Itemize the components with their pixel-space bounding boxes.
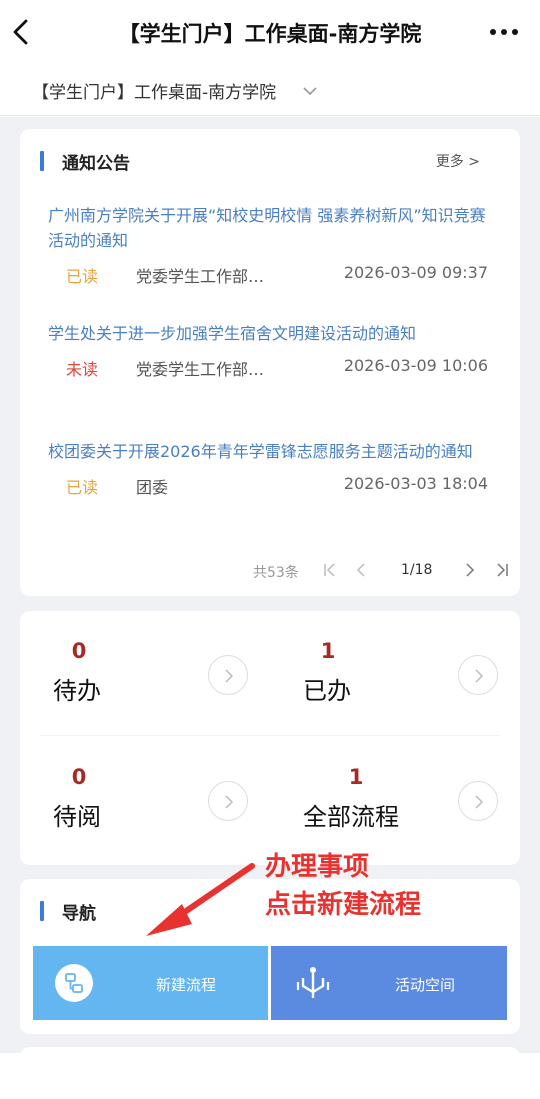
read-status-badge: 已读 — [66, 478, 99, 497]
todo-label: 待办 — [53, 677, 101, 705]
new-process-tile[interactable]: 新建流程 — [33, 946, 268, 1020]
chevron-right-icon — [466, 563, 475, 577]
notice-section-title: 通知公告 — [62, 154, 130, 174]
branch-icon — [295, 964, 331, 1006]
annotation-line-2: 点击新建流程 — [265, 890, 422, 920]
notice-item[interactable]: 广州南方学院关于开展“知校史明校情 强素养树新风”知识竞赛活动的通知 已读 党委… — [48, 203, 488, 289]
more-button[interactable] — [488, 20, 520, 44]
portal-selector-label: 【学生门户】工作桌面-南方学院 — [32, 83, 277, 103]
chevron-right-icon[interactable] — [208, 781, 248, 821]
portal-selector[interactable]: 【学生门户】工作桌面-南方学院 — [0, 62, 540, 116]
section-accent-bar — [40, 901, 44, 921]
more-dots-icon — [488, 29, 520, 48]
done-label: 已办 — [303, 677, 351, 705]
all-flows-count: 1 — [348, 765, 364, 789]
notice-time: 2026-03-09 10:06 — [343, 356, 488, 375]
red-arrow-annotation — [140, 860, 270, 944]
bottom-area — [0, 1053, 540, 1099]
prev-page-button[interactable] — [351, 560, 371, 580]
notice-title[interactable]: 广州南方学院关于开展“知校史明校情 强素养树新风”知识竞赛活动的通知 — [48, 203, 488, 253]
chevron-left-icon — [356, 563, 365, 577]
notice-meta: 已读 党委学生工作部… 2026-03-09 09:37 — [48, 261, 488, 289]
done-count: 1 — [320, 639, 336, 663]
activity-space-label: 活动空间 — [395, 976, 456, 994]
to-read-label: 待阅 — [53, 803, 101, 831]
back-button[interactable] — [6, 14, 38, 50]
annotation-text: 办理事项 点击新建流程 — [265, 848, 465, 924]
to-read-stat[interactable]: 0 待阅 — [20, 757, 250, 867]
done-stat[interactable]: 1 已办 — [270, 631, 500, 741]
more-notices-link[interactable]: 更多 > — [436, 151, 480, 171]
main-content: 通知公告 更多 > 广州南方学院关于开展“知校史明校情 强素养树新风”知识竞赛活… — [0, 117, 540, 1099]
activity-space-tile[interactable]: 活动空间 — [271, 946, 507, 1020]
chevron-right-icon[interactable] — [208, 655, 248, 695]
annotation-line-1: 办理事项 — [265, 852, 370, 882]
notice-time: 2026-03-09 09:37 — [343, 263, 488, 282]
notice-meta: 已读 团委 2026-03-03 18:04 — [48, 472, 488, 500]
notice-title[interactable]: 学生处关于进一步加强学生宿舍文明建设活动的通知 — [48, 321, 488, 346]
notice-time: 2026-03-03 18:04 — [343, 474, 488, 493]
chevron-right-icon[interactable] — [458, 781, 498, 821]
notice-card: 通知公告 更多 > 广州南方学院关于开展“知校史明校情 强素养树新风”知识竞赛活… — [20, 129, 520, 596]
first-page-icon — [324, 563, 335, 577]
all-flows-label: 全部流程 — [303, 803, 399, 831]
chevron-down-icon — [302, 82, 318, 101]
notice-department: 团委 — [136, 478, 169, 497]
next-page-button[interactable] — [460, 560, 480, 580]
last-page-button[interactable] — [492, 560, 512, 580]
section-accent-bar — [40, 151, 44, 171]
last-page-icon — [497, 563, 508, 577]
chevron-right-icon[interactable] — [458, 655, 498, 695]
notice-item[interactable]: 校团委关于开展2026年青年学雷锋志愿服务主题活动的通知 已读 团委 2026-… — [48, 439, 488, 500]
chevron-left-icon — [6, 14, 38, 50]
unread-status-badge: 未读 — [66, 360, 99, 379]
to-read-count: 0 — [71, 765, 87, 789]
nav-section-title: 导航 — [62, 904, 96, 924]
first-page-button[interactable] — [320, 560, 340, 580]
pagination: 共53条 1/18 — [20, 557, 520, 583]
todo-stat[interactable]: 0 待办 — [20, 631, 250, 741]
notice-item[interactable]: 学生处关于进一步加强学生宿舍文明建设活动的通知 未读 党委学生工作部… 2026… — [48, 321, 488, 382]
notice-department: 党委学生工作部… — [136, 360, 265, 379]
title-bar: 【学生门户】工作桌面-南方学院 — [0, 0, 540, 62]
flowchart-icon — [55, 964, 93, 1002]
notice-header: 通知公告 更多 > — [20, 149, 520, 175]
notice-meta: 未读 党委学生工作部… 2026-03-09 10:06 — [48, 354, 488, 382]
pager-current-page: 1/18 — [401, 562, 433, 578]
workflow-stats-card: 0 待办 1 已办 0 待阅 1 全部流程 — [20, 611, 520, 865]
new-process-label: 新建流程 — [156, 976, 217, 994]
read-status-badge: 已读 — [66, 267, 99, 286]
pager-total: 共53条 — [253, 565, 299, 581]
notice-department: 党委学生工作部… — [136, 267, 265, 286]
page-title: 【学生门户】工作桌面-南方学院 — [118, 22, 422, 46]
todo-count: 0 — [71, 639, 87, 663]
notice-title[interactable]: 校团委关于开展2026年青年学雷锋志愿服务主题活动的通知 — [48, 439, 488, 464]
divider — [40, 735, 500, 736]
